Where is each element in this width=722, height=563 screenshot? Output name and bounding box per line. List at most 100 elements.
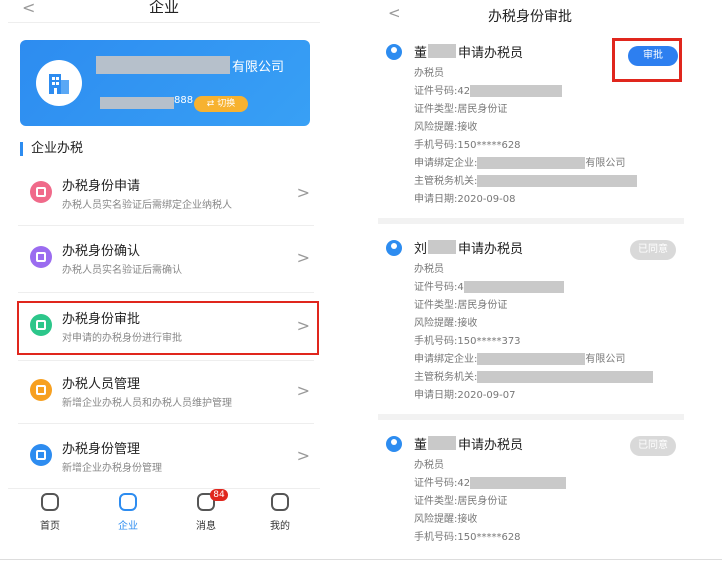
menu-item-tax-identity-management[interactable]: 办税身份管理 新增企业办税身份管理 > <box>18 426 314 486</box>
risk-field: 风险提醒:接收 <box>414 314 477 329</box>
field-value: 居民身份证 <box>457 300 508 311</box>
field-label: 申请日期: <box>414 390 458 401</box>
applicant-surname: 董 <box>414 438 428 453</box>
section-title: 企业办税 <box>20 142 83 156</box>
applicant-name-redacted <box>428 240 456 254</box>
field-label: 手机号码: <box>414 532 458 543</box>
highlight-box <box>17 301 319 355</box>
tax-authority-field: 主管税务机关: <box>414 172 638 187</box>
id-type-field: 证件类型:居民身份证 <box>414 100 507 115</box>
applicant-surname: 董 <box>414 46 428 61</box>
field-value: 2020-09-07 <box>457 390 516 401</box>
field-value: 接收 <box>457 318 478 329</box>
applicant-action: 申请办税员 <box>458 46 524 61</box>
menu-item-tax-staff-management[interactable]: 办税人员管理 新增企业办税人员和办税人员维护管理 > <box>18 361 314 421</box>
bind-company-field: 申请绑定企业: 有限公司 <box>414 350 625 365</box>
people-icon <box>30 379 52 401</box>
menu-item-tax-identity-confirm[interactable]: 办税身份确认 办税人员实名验证后需确认 > <box>18 228 314 288</box>
user-avatar-icon <box>386 240 402 256</box>
user-avatar-icon <box>386 436 402 452</box>
tab-enterprise[interactable]: 企业 <box>98 493 158 532</box>
bottom-divider <box>0 559 722 560</box>
tab-home[interactable]: 首页 <box>20 493 80 532</box>
tab-label: 消息 <box>196 521 216 532</box>
menu-item-tax-identity-apply[interactable]: 办税身份申请 办税人员实名验证后需绑定企业纳税人 > <box>18 163 314 223</box>
chevron-right-icon: > <box>296 248 310 267</box>
field-label: 证件类型: <box>414 104 458 115</box>
tab-bar: 首页 企业 84 消息 我的 <box>8 488 320 538</box>
application-card: 刘 申请办税员 已同意 办税员 证件号码:4 证件类型:居民身份证 风险提醒:接… <box>380 230 684 410</box>
field-label: 证件类型: <box>414 300 458 311</box>
field-label: 证件号码: <box>414 86 458 97</box>
redacted <box>477 175 638 187</box>
field-value: 有限公司 <box>585 354 626 365</box>
field-label: 申请日期: <box>414 194 458 205</box>
field-value: 150*****373 <box>457 336 521 347</box>
applicant-name-redacted <box>428 436 456 450</box>
phone-field: 手机号码:150*****628 <box>414 136 521 151</box>
field-label: 风险提醒: <box>414 318 458 329</box>
phone-field: 手机号码:150*****373 <box>414 332 521 347</box>
field-value: 150*****628 <box>457 532 521 543</box>
apply-date-field: 申请日期:2020-09-08 <box>414 190 516 205</box>
role: 办税员 <box>414 68 444 79</box>
menu-item-subtitle: 新增企业办税身份管理 <box>62 463 162 474</box>
id-type-field: 证件类型:居民身份证 <box>414 492 507 507</box>
field-label: 手机号码: <box>414 140 458 151</box>
enterprise-icon <box>119 493 137 511</box>
field-label: 主管税务机关: <box>414 176 478 187</box>
divider <box>18 225 314 226</box>
applicant-action: 申请办税员 <box>458 438 524 453</box>
applicant-action: 申请办税员 <box>458 242 524 257</box>
company-card[interactable]: 有限公司 888 ⇄ 切换 <box>20 40 310 126</box>
applicant-surname: 刘 <box>414 242 428 257</box>
tab-label: 首页 <box>40 521 60 532</box>
highlight-box <box>612 38 682 82</box>
application-card: 董 申请办税员 已同意 办税员 证件号码:42 证件类型:居民身份证 风险提醒:… <box>380 426 684 558</box>
company-name-redacted <box>96 56 230 74</box>
menu-item-subtitle: 办税人员实名验证后需绑定企业纳税人 <box>62 200 232 211</box>
clipboard-icon <box>30 246 52 268</box>
tax-authority-field: 主管税务机关: <box>414 368 654 383</box>
nav-divider <box>8 22 320 23</box>
page-title: 企业 <box>148 0 179 16</box>
chevron-right-icon: > <box>296 183 310 202</box>
agreed-status-button[interactable]: 已同意 <box>630 436 676 456</box>
divider <box>18 423 314 424</box>
field-label: 证件类型: <box>414 496 458 507</box>
card-divider <box>378 414 684 420</box>
field-value: 2020-09-08 <box>457 194 516 205</box>
tab-profile[interactable]: 我的 <box>250 493 310 532</box>
home-icon <box>41 493 59 511</box>
field-label: 证件号码: <box>414 478 458 489</box>
risk-field: 风险提醒:接收 <box>414 118 477 133</box>
redacted <box>470 477 567 489</box>
field-value: 居民身份证 <box>457 496 508 507</box>
field-label: 申请绑定企业: <box>414 354 478 365</box>
id-number-field: 证件号码:42 <box>414 474 567 489</box>
enterprise-screen: < 企业 有限公司 888 ⇄ 切换 企业办税 办税身份申请 办税人员实名验证后… <box>8 0 320 540</box>
building-icon <box>36 60 82 106</box>
company-id-suffix: 888 <box>174 95 194 106</box>
switch-company-button[interactable]: ⇄ 切换 <box>194 96 248 112</box>
risk-field: 风险提醒:接收 <box>414 510 477 525</box>
id-number-field: 证件号码:4 <box>414 278 564 293</box>
menu-item-title: 办税身份申请 <box>62 179 141 194</box>
agreed-status-button[interactable]: 已同意 <box>630 240 676 260</box>
tab-messages[interactable]: 84 消息 <box>176 489 236 532</box>
id-card-icon <box>30 181 52 203</box>
chevron-right-icon: > <box>296 446 310 465</box>
id-number-field: 证件号码:42 <box>414 82 563 97</box>
redacted <box>477 371 654 383</box>
apply-date-field: 申请日期:2020-09-07 <box>414 386 516 401</box>
company-name-suffix: 有限公司 <box>232 60 285 75</box>
role: 办税员 <box>414 460 444 471</box>
chevron-right-icon: > <box>296 381 310 400</box>
page-title: 办税身份审批 <box>488 9 572 25</box>
card-divider <box>378 218 684 224</box>
user-avatar-icon <box>386 44 402 60</box>
field-label: 手机号码: <box>414 336 458 347</box>
phone-field: 手机号码:150*****628 <box>414 528 521 543</box>
redacted <box>477 157 586 169</box>
redacted <box>477 353 586 365</box>
